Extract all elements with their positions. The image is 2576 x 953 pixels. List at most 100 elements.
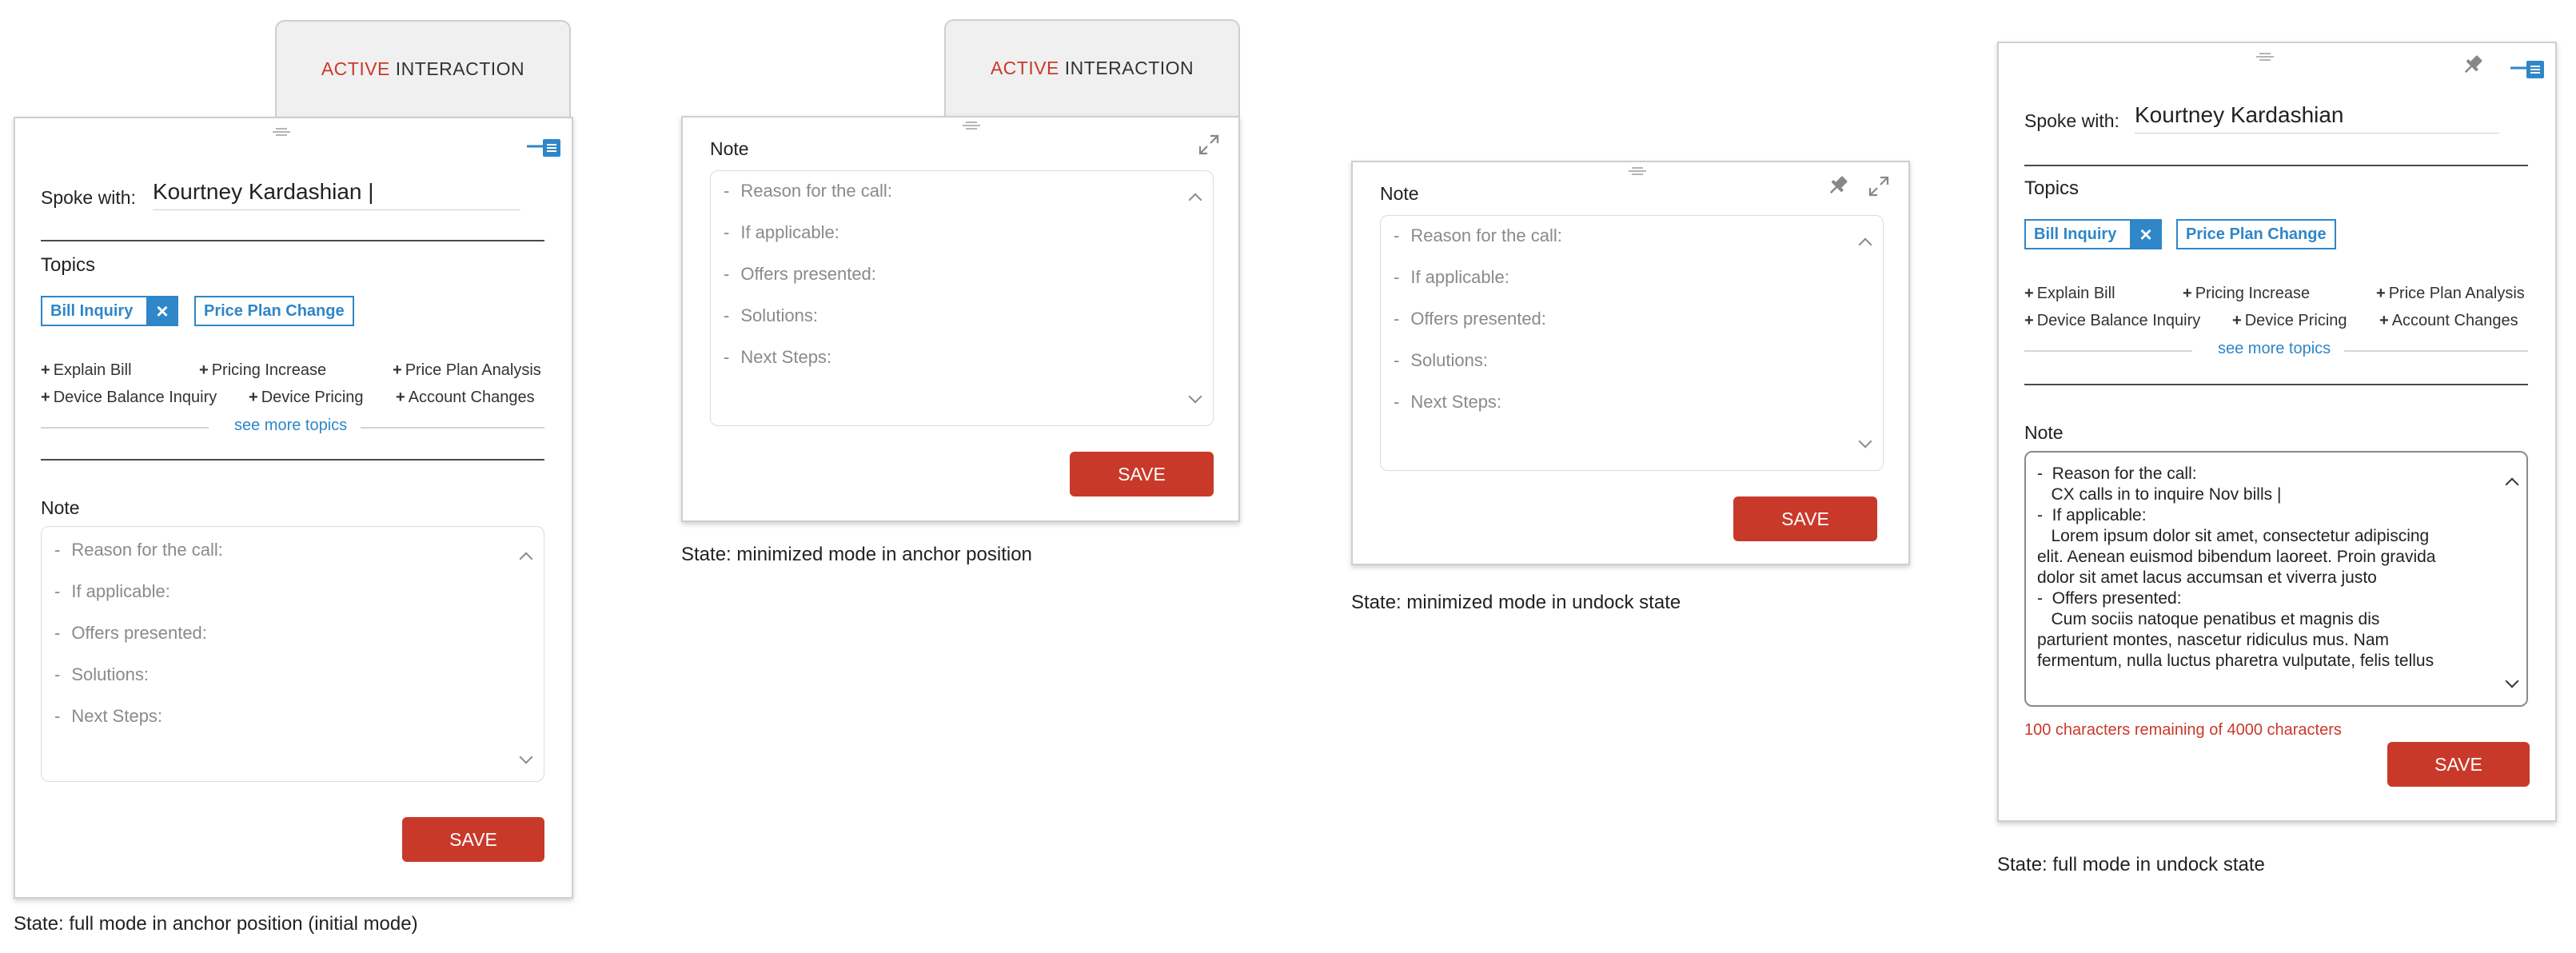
scroll-up-icon[interactable] xyxy=(2505,477,2519,492)
suggested-topic[interactable]: + Explain Bill xyxy=(2024,285,2115,303)
note-line: Lorem ipsum dolor sit amet, consectetur … xyxy=(2037,527,2430,545)
placeholder-line: - Reason for the call: xyxy=(724,181,892,201)
tab-interaction-word: INTERACTION xyxy=(389,58,525,79)
caption-full-undock: State: full mode in undock state xyxy=(1997,854,2265,875)
placeholder-line: - If applicable: xyxy=(1394,267,1509,287)
note-label: Note xyxy=(2024,422,2064,443)
note-line: Cum sociis natoque penatibus et magnis d… xyxy=(2037,610,2380,628)
panel-full-undock: Spoke with: Kourtney Kardashian Topics B… xyxy=(1997,42,2557,822)
note-textarea[interactable]: - Reason for the call: - If applicable: -O… xyxy=(1380,215,1884,471)
drag-handle[interactable] xyxy=(1629,167,1646,178)
topics-heading: Topics xyxy=(2024,177,2080,199)
topic-chip-bill-inquiry[interactable]: Bill Inquiry xyxy=(2024,219,2138,249)
placeholder-line: - Next Steps: xyxy=(1394,392,1502,412)
remove-topic-button[interactable]: × xyxy=(146,296,178,326)
tab-interaction-word: INTERACTION xyxy=(1059,58,1194,78)
note-line: - If applicable: xyxy=(2037,506,2147,524)
caption-min-undock: State: minimized mode in undock state xyxy=(1351,592,1681,613)
dock-icon[interactable] xyxy=(527,138,562,158)
drag-handle[interactable] xyxy=(273,128,290,139)
placeholder-line: - If applicable: xyxy=(724,222,839,242)
suggested-topic[interactable]: + Device Balance Inquiry xyxy=(2024,312,2200,330)
placeholder-line: - Offers presented: xyxy=(724,264,876,284)
pin-icon[interactable] xyxy=(1826,173,1850,197)
tab-active-word: ACTIVE xyxy=(321,58,390,79)
placeholder-line: - Solutions: xyxy=(1394,350,1488,370)
topic-chip-price-plan-change[interactable]: Price Plan Change xyxy=(2176,219,2336,249)
note-label: Note xyxy=(41,497,80,518)
placeholder-line: - If applicable: xyxy=(54,581,170,601)
tab-active-word: ACTIVE xyxy=(990,58,1059,78)
suggested-topic[interactable]: + Device Balance Inquiry xyxy=(41,389,217,407)
character-count: 100 characters remaining of 4000 charact… xyxy=(2024,721,2342,739)
suggested-topic[interactable]: + Price Plan Analysis xyxy=(393,361,541,380)
suggested-topic[interactable]: + Pricing Increase xyxy=(2183,285,2310,303)
expand-icon[interactable] xyxy=(1868,175,1890,197)
panel-full-anchor: Spoke with: Kourtney Kardashian | Topics… xyxy=(14,117,573,899)
scroll-down-icon[interactable] xyxy=(519,750,533,764)
topics-divider-right xyxy=(361,427,544,429)
scroll-up-icon[interactable] xyxy=(519,552,533,566)
suggested-topic[interactable]: + Explain Bill xyxy=(41,361,132,380)
active-interaction-tab[interactable]: ACTIVE INTERACTION xyxy=(275,20,571,118)
note-line: fermentum, nulla luctus pharetra vulputa… xyxy=(2037,652,2434,670)
topics-divider-left xyxy=(41,427,209,429)
placeholder-line: - Next Steps: xyxy=(724,347,832,367)
divider xyxy=(41,240,544,241)
suggested-topic[interactable]: + Pricing Increase xyxy=(199,361,326,380)
placeholder-line: - Reason for the call: xyxy=(54,540,223,560)
scroll-up-icon[interactable] xyxy=(1858,237,1872,252)
note-textarea[interactable]: - Reason for the call: CX calls in to in… xyxy=(2024,451,2528,707)
spoke-with-label: Spoke with: xyxy=(2024,110,2119,131)
drag-handle[interactable] xyxy=(963,122,980,133)
see-more-topics-link[interactable]: see more topics xyxy=(2218,340,2331,358)
placeholder-line: - Reason for the call: xyxy=(1394,225,1562,245)
spoke-with-label: Spoke with: xyxy=(41,187,136,208)
note-label: Note xyxy=(710,138,749,159)
spoke-with-input[interactable]: Kourtney Kardashian xyxy=(2135,102,2499,134)
topics-heading: Topics xyxy=(41,254,96,276)
suggested-topic[interactable]: + Account Changes xyxy=(396,389,535,407)
topics-divider-left xyxy=(2024,350,2192,352)
active-interaction-tab[interactable]: ACTIVE INTERACTION xyxy=(944,19,1240,117)
see-more-topics-link[interactable]: see more topics xyxy=(234,417,347,435)
suggested-topic[interactable]: + Account Changes xyxy=(2379,312,2518,330)
scroll-down-icon[interactable] xyxy=(1188,389,1202,404)
scroll-up-icon[interactable] xyxy=(1188,193,1202,207)
topic-chip-bill-inquiry[interactable]: Bill Inquiry xyxy=(41,296,154,326)
panel-min-undock: Note - Reason for the call: - If applicabl… xyxy=(1351,161,1910,565)
scroll-down-icon[interactable] xyxy=(1858,434,1872,449)
panel-min-anchor: Note - Reason for the call: - If applicabl… xyxy=(681,116,1240,522)
topics-divider-right xyxy=(2344,350,2528,352)
suggested-topic[interactable]: + Device Pricing xyxy=(2232,312,2347,330)
note-textarea[interactable]: - Reason for the call: - If applicable: -O… xyxy=(710,170,1214,426)
drag-handle[interactable] xyxy=(2256,53,2274,64)
note-line: CX calls in to inquire Nov bills | xyxy=(2037,485,2282,504)
placeholder-line: - Solutions: xyxy=(54,664,149,684)
note-textarea[interactable]: - Reason for the call: - If applicable: -O… xyxy=(41,526,544,782)
scroll-down-icon[interactable] xyxy=(2505,674,2519,688)
note-label: Note xyxy=(1380,183,1419,204)
pin-icon[interactable] xyxy=(2461,53,2485,77)
remove-topic-button[interactable]: × xyxy=(2130,219,2162,249)
dock-icon[interactable] xyxy=(2510,59,2546,80)
save-button[interactable]: SAVE xyxy=(2387,742,2530,787)
save-button[interactable]: SAVE xyxy=(1070,452,1214,496)
suggested-topic[interactable]: + Price Plan Analysis xyxy=(2376,285,2525,303)
placeholder-line: - Next Steps: xyxy=(54,706,163,726)
save-button[interactable]: SAVE xyxy=(1733,496,1877,541)
note-line: elit. Aenean euismod bibendum laoreet. P… xyxy=(2037,548,2436,566)
note-line: - Reason for the call: xyxy=(2037,465,2197,483)
expand-icon[interactable] xyxy=(1198,134,1220,156)
caption-min-anchor: State: minimized mode in anchor position xyxy=(681,544,1032,565)
placeholder-line: - Offers presented: xyxy=(54,623,207,643)
save-button[interactable]: SAVE xyxy=(402,817,544,862)
placeholder-line: - Offers presented: xyxy=(1394,309,1546,329)
spoke-with-input[interactable]: Kourtney Kardashian | xyxy=(153,179,520,210)
note-line: parturient montes, nascetur ridiculus mu… xyxy=(2037,631,2390,649)
divider xyxy=(2024,384,2528,385)
topic-chip-price-plan-change[interactable]: Price Plan Change xyxy=(194,296,354,326)
suggested-topic[interactable]: + Device Pricing xyxy=(249,389,364,407)
divider xyxy=(41,459,544,461)
divider xyxy=(2024,165,2528,166)
